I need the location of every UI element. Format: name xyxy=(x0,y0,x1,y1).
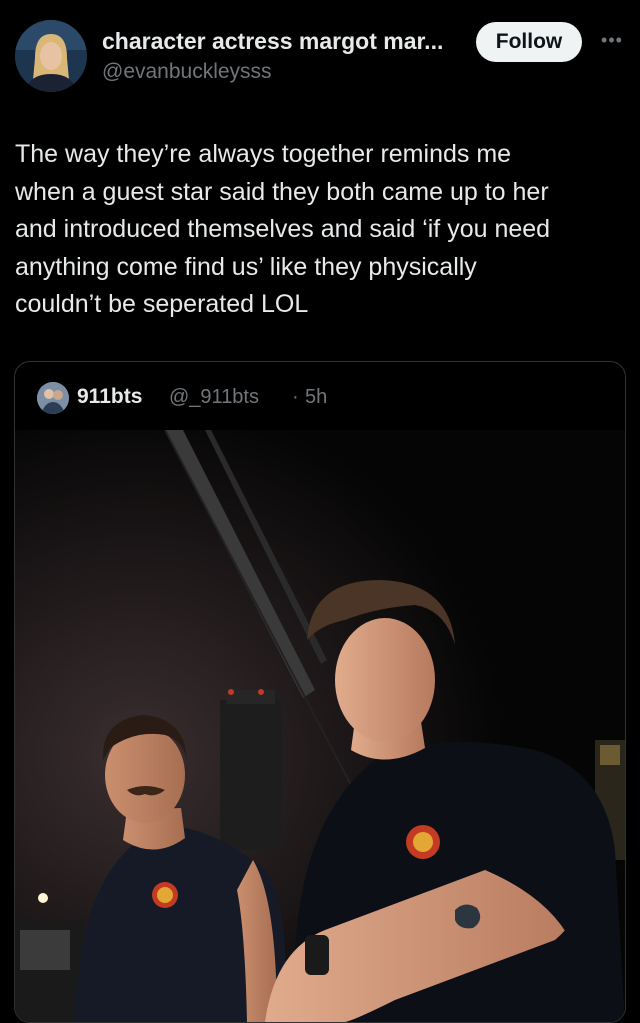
photo-image xyxy=(15,430,625,1022)
tweet-text: The way they’re always together reminds … xyxy=(15,136,627,324)
tweet-line: The way they’re always together reminds … xyxy=(15,140,512,168)
tweet-line: when a guest star said they both came up… xyxy=(15,177,549,206)
tweet-line: couldn’t be seperated LOL xyxy=(15,290,309,318)
user-avatar[interactable] xyxy=(15,20,87,92)
quoted-tweet[interactable]: 911bts @_911bts · 5h xyxy=(14,361,626,1023)
separator-dot: · xyxy=(292,386,299,408)
quoted-avatar-image xyxy=(37,382,69,414)
tweet-header: character actress margot mar... @evanbuc… xyxy=(0,0,640,100)
avatar-image xyxy=(15,20,87,92)
tweet-line: anything come find us’ like they physica… xyxy=(15,252,477,281)
tweet-line: and introduced themselves and said ‘if y… xyxy=(15,215,551,243)
user-handle[interactable]: @evanbuckleysss xyxy=(102,60,272,84)
quoted-timestamp[interactable]: 5h xyxy=(305,386,327,409)
quoted-display-name[interactable]: 911bts xyxy=(77,385,142,409)
quoted-handle[interactable]: @_911bts xyxy=(169,386,259,409)
display-name[interactable]: character actress margot mar... xyxy=(102,28,472,55)
quoted-photo[interactable] xyxy=(15,430,625,1022)
follow-button[interactable]: Follow xyxy=(476,22,582,62)
more-horizontal-icon[interactable]: ••• xyxy=(598,30,626,50)
quoted-user-avatar[interactable] xyxy=(37,382,69,414)
